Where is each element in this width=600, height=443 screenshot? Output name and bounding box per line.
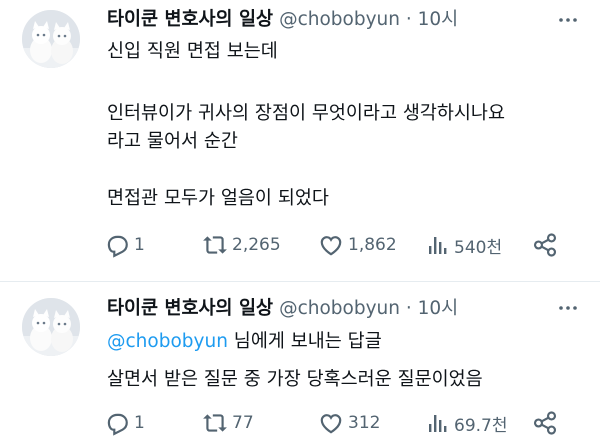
author-name[interactable]: 타이쿤 변호사의 일상 xyxy=(107,9,273,30)
retweet-count: 2,265 xyxy=(232,235,281,255)
action-bar: 1 77 312 69.7천 xyxy=(104,408,584,438)
author-handle[interactable]: @chobobyun xyxy=(279,9,400,30)
share-button[interactable] xyxy=(532,408,558,438)
retweet-icon xyxy=(203,236,227,254)
avatar-cats-icon xyxy=(22,298,80,356)
tweet-text-line: 면접관 모두가 얼음이 되었다 xyxy=(107,188,329,209)
reply-icon xyxy=(107,413,128,435)
reply-context-suffix: 님에게 보내는 답글 xyxy=(227,331,382,352)
timestamp[interactable]: 10시 xyxy=(418,9,459,30)
more-icon xyxy=(559,306,577,310)
tweet-header: 타이쿤 변호사의 일상 @chobobyun · 10시 xyxy=(107,297,458,321)
reply-icon xyxy=(107,235,128,257)
avatar[interactable] xyxy=(22,298,80,356)
avatar[interactable] xyxy=(22,10,80,68)
like-button[interactable]: 1,862 xyxy=(318,230,397,260)
tweet-text-line: 인터뷰이가 귀사의 장점이 무엇이라고 생각하시나요 xyxy=(107,103,505,124)
like-count: 312 xyxy=(348,413,381,433)
mention-link[interactable]: @chobobyun xyxy=(107,331,228,352)
views-count: 69.7천 xyxy=(454,415,508,436)
like-icon xyxy=(320,414,342,434)
author-name[interactable]: 타이쿤 변호사의 일상 xyxy=(107,298,273,319)
tweet-text-line: 신입 직원 면접 보는데 xyxy=(107,41,278,62)
avatar-cats-icon xyxy=(22,10,80,68)
retweet-icon xyxy=(203,414,227,432)
views-count: 540천 xyxy=(454,237,503,258)
reply-button[interactable]: 1 xyxy=(104,230,145,260)
views-icon xyxy=(429,415,447,432)
like-icon xyxy=(320,236,342,256)
reply-count: 1 xyxy=(134,235,145,255)
separator-dot: · xyxy=(399,9,418,30)
retweet-button[interactable]: 77 xyxy=(202,408,254,438)
author-handle[interactable]: @chobobyun xyxy=(279,298,400,319)
reply-button[interactable]: 1 xyxy=(104,408,145,438)
reply-context: @chobobyun 님에게 보내는 답글 xyxy=(107,330,382,354)
share-icon xyxy=(533,411,557,435)
share-button[interactable] xyxy=(532,230,558,260)
retweet-button[interactable]: 2,265 xyxy=(202,230,281,260)
retweet-count: 77 xyxy=(232,413,254,433)
views-button[interactable]: 540천 xyxy=(426,230,502,260)
tweet-text-line: 라고 물어서 순간 xyxy=(107,131,238,152)
more-button[interactable] xyxy=(556,296,580,320)
more-button[interactable] xyxy=(556,8,580,32)
more-icon xyxy=(559,18,577,22)
separator-dot: · xyxy=(399,298,418,319)
views-button[interactable]: 69.7천 xyxy=(426,408,508,438)
share-icon xyxy=(533,233,557,257)
like-count: 1,862 xyxy=(348,235,397,255)
tweet-text-line: 살면서 받은 질문 중 가장 당혹스러운 질문이었음 xyxy=(107,369,483,390)
tweet[interactable]: 타이쿤 변호사의 일상 @chobobyun · 10시 신입 직원 면접 보는데… xyxy=(0,0,600,282)
tweet[interactable]: 타이쿤 변호사의 일상 @chobobyun · 10시 @chobobyun 님… xyxy=(0,282,600,443)
like-button[interactable]: 312 xyxy=(318,408,380,438)
tweet-header: 타이쿤 변호사의 일상 @chobobyun · 10시 xyxy=(107,8,458,32)
reply-count: 1 xyxy=(134,413,145,433)
timestamp[interactable]: 10시 xyxy=(418,298,459,319)
action-bar: 1 2,265 1,862 540천 xyxy=(104,230,584,260)
views-icon xyxy=(429,237,447,254)
